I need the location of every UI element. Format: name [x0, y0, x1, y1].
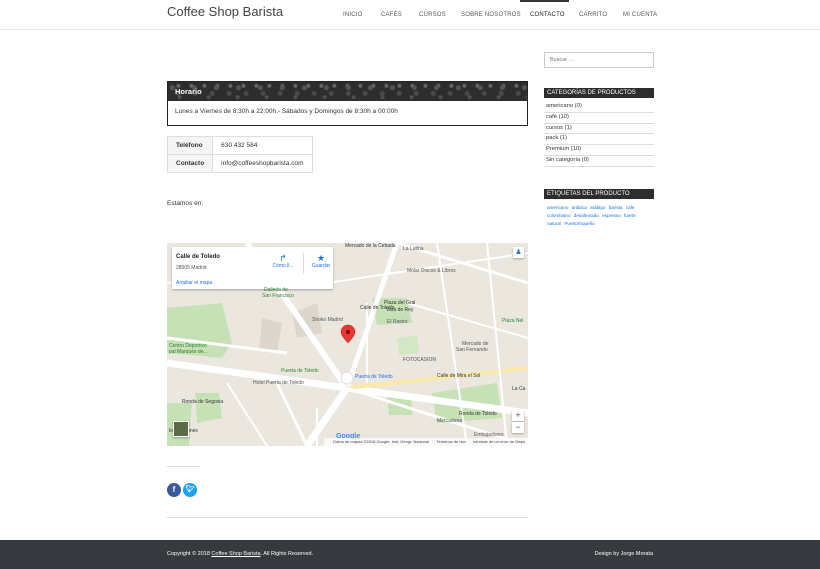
copyright-link[interactable]: Coffee Shop Barista — [211, 551, 260, 557]
copyright-suffix: . All Rights Reserved. — [260, 551, 314, 557]
satellite-toggle[interactable] — [173, 421, 189, 437]
map-place-sub: 28005 Madrid — [176, 265, 207, 271]
category-list: americano (0) café (10) cursos (1) pack … — [544, 102, 654, 167]
map-label: San Fernando — [456, 347, 488, 353]
site-footer: Copyright © 2018 Coffee Shop Barista. Al… — [0, 540, 820, 569]
tag-link[interactable]: Puertorriqueño — [564, 221, 594, 226]
tag-link[interactable]: natural — [547, 221, 561, 226]
tag-link[interactable]: colombiano — [547, 213, 571, 218]
zoom-in-button[interactable]: + — [512, 410, 524, 421]
share-divider — [167, 466, 200, 467]
map-expand-link[interactable]: Ampliar el mapa — [176, 280, 212, 286]
map-directions-button[interactable]: ↱ Cómo ll... — [270, 253, 296, 269]
map-label: Mercado de la Cebada — [345, 243, 396, 249]
nav-item-cafes[interactable]: CAFÉS — [381, 12, 402, 18]
map-label: Shoko Madrid — [312, 317, 343, 323]
map-label: Molar Discos & Libros — [407, 268, 456, 274]
horario-text: Lunes a Viernes de 8:30h a 22:00h.- Sába… — [175, 108, 398, 115]
footer-copyright: Copyright © 2018 Coffee Shop Barista. Al… — [167, 551, 313, 557]
map-save-button[interactable]: ★ Guardar — [308, 253, 334, 269]
tag-link[interactable]: arábica — [572, 205, 587, 210]
map-card-divider — [303, 252, 304, 274]
table-row: Contacto info@coffeeshopbarista.com — [166, 154, 313, 173]
search-input[interactable] — [544, 52, 654, 68]
phone-value: 630 432 584 — [212, 136, 313, 155]
email-value[interactable]: info@coffeeshopbarista.com — [212, 154, 313, 173]
map-label: Plaza Nel — [502, 318, 524, 324]
list-item[interactable]: pack (1) — [544, 134, 654, 146]
nav-item-inicio[interactable]: INICIO — [343, 12, 363, 18]
twitter-share-button[interactable]: 🐦︎ — [183, 483, 197, 497]
map-report-link[interactable]: Informar de un error de Maps — [473, 439, 525, 444]
site-header: Coffee Shop Barista INICIO CAFÉS CURSOS … — [0, 0, 820, 30]
tags-title: ETIQUETAS DEL PRODUCTO — [544, 189, 654, 199]
nav-item-carrito[interactable]: CARRITO — [579, 12, 607, 18]
tag-link[interactable]: cafe — [626, 205, 635, 210]
map-save-label: Guardar — [311, 263, 331, 269]
nav-active-indicator — [520, 0, 569, 2]
map-directions-label: Cómo ll... — [272, 263, 294, 269]
content-divider — [167, 517, 528, 518]
facebook-share-button[interactable]: f — [167, 483, 181, 497]
map-label: Mercadona — [437, 418, 463, 424]
map-place-title: Calle de Toledo — [176, 254, 220, 260]
map-label: Puerta de Toledo — [281, 368, 319, 374]
nav-item-contacto[interactable]: CONTACTO — [530, 12, 565, 18]
tag-link[interactable]: desafeinado — [574, 213, 599, 218]
star-icon: ★ — [316, 253, 326, 263]
footer-design: Design by Jorge Morata — [594, 551, 653, 557]
estamos-text: Estamos en: — [167, 200, 204, 207]
categories-title: CATEGORÍAS DE PRODUCTOS — [544, 88, 654, 98]
twitter-icon: 🐦︎ — [185, 486, 195, 493]
horario-title: Horario — [168, 82, 527, 101]
directions-icon: ↱ — [279, 253, 287, 263]
list-item[interactable]: Premium (10) — [544, 145, 654, 156]
map-label: FOTOCASION — [403, 357, 436, 363]
list-item[interactable]: Sin categoría (0) — [544, 156, 654, 167]
list-item[interactable]: americano (0) — [544, 102, 654, 113]
tag-link[interactable]: arábigo — [590, 205, 605, 210]
street-view-icon[interactable]: ♟ — [513, 247, 524, 258]
nav-item-sobre-nosotros[interactable]: SOBRE NOSOTROS — [461, 12, 521, 18]
facebook-icon: f — [172, 485, 176, 494]
map-label: pal Marqués de... — [169, 349, 208, 355]
tag-link[interactable]: fuerte — [624, 213, 636, 218]
tag-link[interactable]: americano — [547, 205, 568, 210]
map-label: El Rastro — [387, 319, 408, 325]
map-label: La Ca — [512, 386, 526, 392]
tag-cloud: americano arábica arábigo barista cafe c… — [547, 204, 655, 228]
map-data-credit: Datos de mapas ©2018 Google, Inst. Geogr… — [333, 439, 429, 444]
map-label: Calle de Toledo — [360, 305, 395, 311]
list-item[interactable]: cursos (1) — [544, 124, 654, 135]
horario-box: Horario Lunes a Viernes de 8:30h a 22:00… — [167, 81, 528, 126]
map-label: Calle de Mira el Sol — [437, 373, 481, 379]
contact-table: Teléfono 630 432 584 Contacto info@coffe… — [166, 136, 313, 173]
zoom-out-button[interactable]: − — [512, 422, 524, 433]
map-place-card: Calle de Toledo 28005 Madrid Ampliar el … — [172, 247, 333, 289]
site-title-link[interactable]: Coffee Shop Barista — [167, 4, 283, 19]
nav-item-cursos[interactable]: CURSOS — [419, 12, 446, 18]
map-label: Ronda de Toledo — [459, 411, 497, 417]
map-label: San Francisco — [262, 293, 294, 299]
tag-link[interactable]: barista — [609, 205, 623, 210]
copyright-prefix: Copyright © 2018 — [167, 551, 212, 557]
map-label: Ronda de Segovia — [182, 399, 224, 405]
google-map[interactable]: Calle de Toledo 28005 Madrid Ampliar el … — [167, 243, 528, 446]
nav-item-mi-cuenta[interactable]: MI CUENTA — [623, 12, 657, 18]
map-terms-link[interactable]: Términos de uso — [436, 439, 466, 444]
map-label: Puerta de Toledo — [355, 374, 393, 380]
contact-label: Contacto — [166, 154, 214, 173]
map-footer: Datos de mapas ©2018 Google, Inst. Geogr… — [324, 438, 528, 446]
tag-link[interactable]: espresso — [602, 213, 621, 218]
map-label: La Latina — [403, 246, 424, 252]
table-row: Teléfono 630 432 584 — [166, 136, 313, 155]
list-item[interactable]: café (10) — [544, 113, 654, 124]
phone-label: Teléfono — [166, 136, 214, 155]
map-label: Hotel Puerta de Toledo — [253, 380, 304, 386]
